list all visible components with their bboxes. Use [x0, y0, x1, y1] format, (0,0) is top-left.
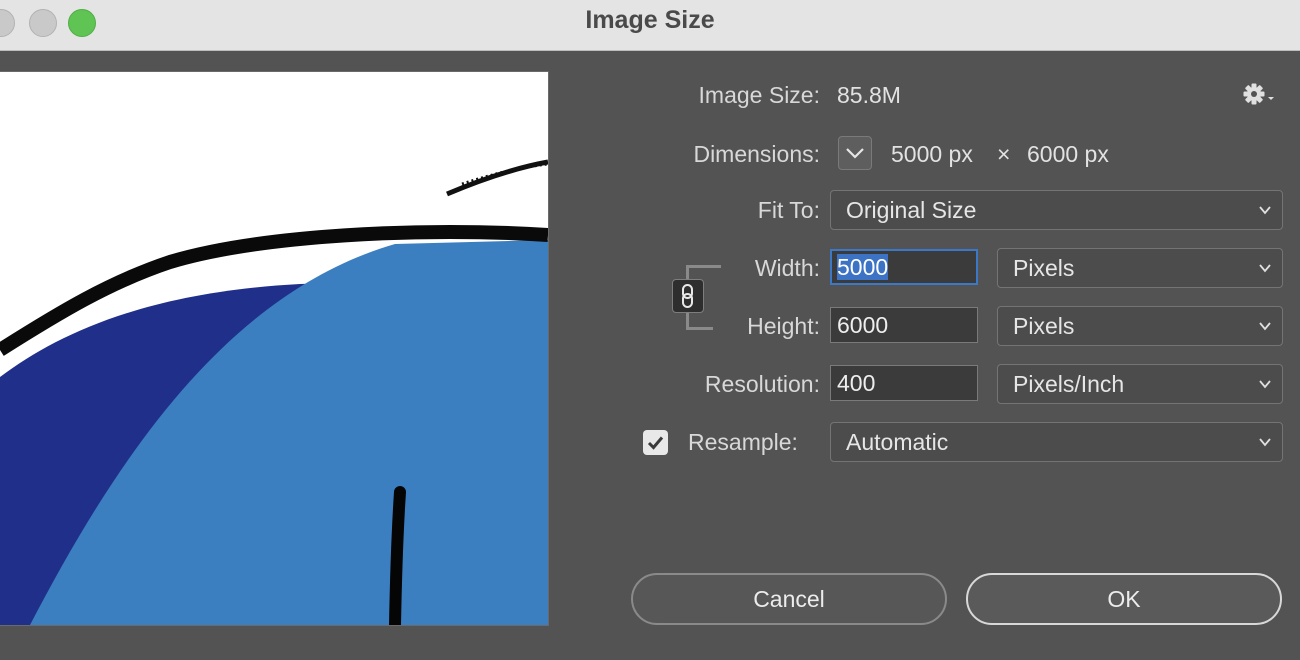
height-value: 6000 — [837, 312, 889, 338]
width-label: Width: — [754, 255, 820, 281]
gear-icon[interactable] — [1242, 80, 1278, 110]
fit-to-value: Original Size — [846, 197, 977, 223]
preview-artwork — [0, 72, 548, 625]
resolution-input[interactable]: 400 — [830, 365, 978, 401]
height-input[interactable]: 6000 — [830, 307, 978, 343]
checkmark-icon — [647, 436, 664, 450]
image-preview[interactable] — [0, 71, 549, 626]
window-title: Image Size — [585, 6, 715, 34]
resolution-label: Resolution: — [704, 371, 820, 397]
dimensions-times-sign: × — [997, 141, 1011, 167]
ok-button[interactable]: OK — [966, 573, 1282, 625]
chevron-down-icon — [1259, 322, 1271, 331]
chevron-down-icon — [1259, 380, 1271, 389]
width-value: 5000 — [837, 254, 889, 280]
resample-checkbox[interactable] — [643, 430, 668, 455]
fit-to-label: Fit To: — [757, 197, 820, 223]
width-input[interactable]: 5000 — [830, 249, 978, 285]
dimensions-width-value: 5000 px — [891, 141, 973, 167]
width-unit-select[interactable]: Pixels — [997, 248, 1283, 288]
height-unit-select[interactable]: Pixels — [997, 306, 1283, 346]
image-size-label: Image Size: — [698, 82, 820, 108]
height-unit-value: Pixels — [1013, 313, 1075, 339]
resample-select[interactable]: Automatic — [830, 422, 1283, 462]
chevron-down-icon — [1259, 438, 1271, 447]
resolution-unit-value: Pixels/Inch — [1013, 371, 1125, 397]
resample-value: Automatic — [846, 429, 949, 455]
link-chain-icon — [682, 284, 693, 308]
chevron-down-icon — [846, 148, 864, 159]
resolution-value: 400 — [837, 370, 876, 396]
dimensions-label: Dimensions: — [693, 141, 820, 167]
title-bar: Image Size — [0, 0, 1300, 51]
image-size-value: 85.8M — [837, 82, 901, 108]
dimensions-toggle-button[interactable] — [838, 136, 872, 170]
fit-to-select[interactable]: Original Size — [830, 190, 1283, 230]
resolution-unit-select[interactable]: Pixels/Inch — [997, 364, 1283, 404]
width-unit-value: Pixels — [1013, 255, 1075, 281]
dimensions-height-value: 6000 px — [1027, 141, 1109, 167]
cancel-button[interactable]: Cancel — [631, 573, 947, 625]
constrain-proportions-button[interactable] — [672, 279, 704, 313]
chevron-down-icon — [1259, 264, 1271, 273]
height-label: Height: — [747, 313, 820, 339]
chevron-down-icon — [1259, 206, 1271, 215]
resample-label: Resample: — [688, 429, 798, 455]
